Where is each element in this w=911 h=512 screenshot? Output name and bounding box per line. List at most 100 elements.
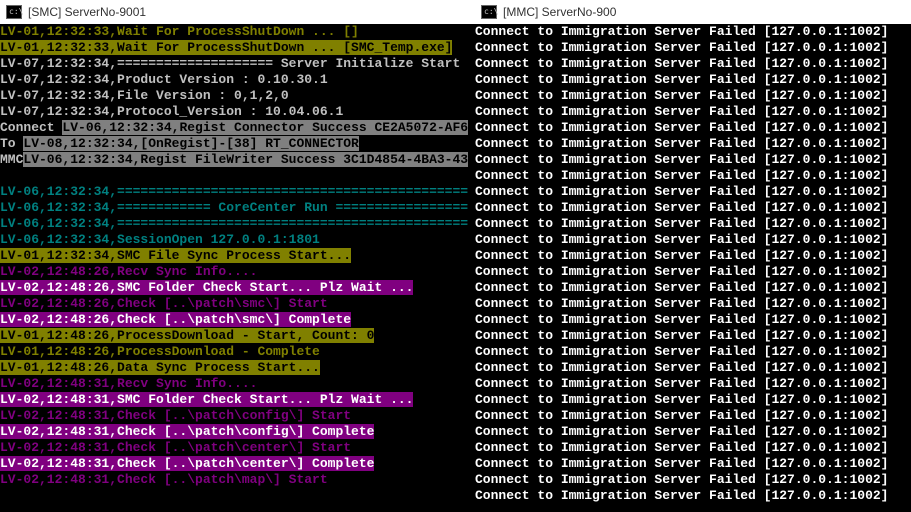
log-line: LV-02,12:48:31,Check [..\patch\center\] … bbox=[0, 456, 475, 472]
log-line: Connect to Immigration Server Failed [12… bbox=[475, 24, 911, 40]
log-segment: Connect to Immigration Server Failed [12… bbox=[475, 88, 888, 103]
log-line: Connect to Immigration Server Failed [12… bbox=[475, 376, 911, 392]
log-line: Connect to Immigration Server Failed [12… bbox=[475, 56, 911, 72]
log-segment: LV-08,12:32:34,[OnRegist]-[38] RT_CONNEC… bbox=[23, 136, 358, 151]
window-title-smc: [SMC] ServerNo-9001 bbox=[28, 4, 146, 20]
log-segment: Connect to Immigration Server Failed [12… bbox=[475, 440, 888, 455]
log-segment: Connect to Immigration Server Failed [12… bbox=[475, 72, 888, 87]
log-segment: Connect to Immigration Server Failed [12… bbox=[475, 184, 888, 199]
log-line: Connect to Immigration Server Failed [12… bbox=[475, 280, 911, 296]
log-line: Connect to Immigration Server Failed [12… bbox=[475, 264, 911, 280]
log-line: Connect LV-06,12:32:34,Regist Connector … bbox=[0, 120, 475, 136]
log-line: LV-02,12:48:31,Check [..\patch\center\] … bbox=[0, 440, 475, 456]
log-line: Connect to Immigration Server Failed [12… bbox=[475, 312, 911, 328]
log-segment: LV-01,12:48:26,Data Sync Process Start..… bbox=[0, 360, 320, 375]
titlebar-smc[interactable]: c:\ [SMC] ServerNo-9001 bbox=[0, 0, 475, 24]
log-segment: LV-02,12:48:26,Check [..\patch\smc\] Sta… bbox=[0, 296, 328, 311]
console-icon: c:\ bbox=[6, 5, 22, 19]
log-line: Connect to Immigration Server Failed [12… bbox=[475, 344, 911, 360]
log-line: LV-01,12:32:34,SMC File Sync Process Sta… bbox=[0, 248, 475, 264]
log-line: Connect to Immigration Server Failed [12… bbox=[475, 136, 911, 152]
log-line: Connect to Immigration Server Failed [12… bbox=[475, 72, 911, 88]
log-line: LV-02,12:48:26,Recv Sync Info.... bbox=[0, 264, 475, 280]
log-line bbox=[0, 168, 475, 184]
log-line: LV-07,12:32:34,Product Version : 0.10.30… bbox=[0, 72, 475, 88]
log-segment: Connect to Immigration Server Failed [12… bbox=[475, 360, 888, 375]
log-segment: LV-01,12:32:33,Wait For ProcessShutDown … bbox=[0, 24, 359, 39]
log-segment: LV-02,12:48:26,SMC Folder Check Start...… bbox=[0, 280, 413, 295]
log-segment: Connect to Immigration Server Failed [12… bbox=[475, 120, 888, 135]
log-segment: Connect bbox=[0, 120, 62, 135]
log-segment: Connect to Immigration Server Failed [12… bbox=[475, 376, 888, 391]
log-segment: LV-01,12:48:26,ProcessDownload - Start, … bbox=[0, 328, 374, 343]
titlebar-mmc[interactable]: c:\ [MMC] ServerNo-900 bbox=[475, 0, 911, 24]
log-line: LV-02,12:48:26,Check [..\patch\smc\] Com… bbox=[0, 312, 475, 328]
log-line: Connect to Immigration Server Failed [12… bbox=[475, 392, 911, 408]
log-line: Connect to Immigration Server Failed [12… bbox=[475, 440, 911, 456]
log-line: LV-07,12:32:34,File Version : 0,1,2,0 bbox=[0, 88, 475, 104]
log-line: Connect to Immigration Server Failed [12… bbox=[475, 216, 911, 232]
log-segment: LV-02,12:48:31,SMC Folder Check Start...… bbox=[0, 392, 413, 407]
log-line: LV-01,12:48:26,ProcessDownload - Start, … bbox=[0, 328, 475, 344]
terminal-output-smc[interactable]: LV-01,12:32:33,Wait For ProcessShutDown … bbox=[0, 24, 475, 512]
log-line: Connect to Immigration Server Failed [12… bbox=[475, 296, 911, 312]
log-line: Connect to Immigration Server Failed [12… bbox=[475, 488, 911, 504]
log-segment: To bbox=[0, 136, 23, 151]
log-line: Connect to Immigration Server Failed [12… bbox=[475, 472, 911, 488]
log-segment: Connect to Immigration Server Failed [12… bbox=[475, 296, 888, 311]
log-line: Connect to Immigration Server Failed [12… bbox=[475, 248, 911, 264]
log-line: Connect to Immigration Server Failed [12… bbox=[475, 40, 911, 56]
terminal-output-mmc[interactable]: Connect to Immigration Server Failed [12… bbox=[475, 24, 911, 512]
log-line: LV-01,12:32:33,Wait For ProcessShutDown … bbox=[0, 24, 475, 40]
log-line: LV-02,12:48:31,Recv Sync Info.... bbox=[0, 376, 475, 392]
log-segment: Connect to Immigration Server Failed [12… bbox=[475, 56, 888, 71]
log-line: LV-02,12:48:26,SMC Folder Check Start...… bbox=[0, 280, 475, 296]
log-line: LV-06,12:32:34,============ CoreCenter R… bbox=[0, 200, 475, 216]
log-line: Connect to Immigration Server Failed [12… bbox=[475, 360, 911, 376]
log-line: LV-07,12:32:34,Protocol_Version : 10.04.… bbox=[0, 104, 475, 120]
log-segment: Connect to Immigration Server Failed [12… bbox=[475, 168, 888, 183]
log-segment: LV-02,12:48:31,Check [..\patch\config\] … bbox=[0, 424, 374, 439]
log-segment: LV-02,12:48:31,Check [..\patch\map\] Sta… bbox=[0, 472, 328, 487]
log-line: LV-01,12:48:26,ProcessDownload - Complet… bbox=[0, 344, 475, 360]
window-title-mmc: [MMC] ServerNo-900 bbox=[503, 4, 616, 20]
log-segment: Connect to Immigration Server Failed [12… bbox=[475, 24, 888, 39]
log-segment: Connect to Immigration Server Failed [12… bbox=[475, 488, 888, 503]
log-line: Connect to Immigration Server Failed [12… bbox=[475, 184, 911, 200]
log-segment: LV-06,12:32:34,Regist Connector Success … bbox=[62, 120, 468, 135]
log-line: Connect to Immigration Server Failed [12… bbox=[475, 104, 911, 120]
log-line: LV-02,12:48:26,Check [..\patch\smc\] Sta… bbox=[0, 296, 475, 312]
log-segment: Connect to Immigration Server Failed [12… bbox=[475, 200, 888, 215]
log-line: LV-06,12:32:34,=========================… bbox=[0, 184, 475, 200]
log-segment: Connect to Immigration Server Failed [12… bbox=[475, 232, 888, 247]
log-segment: LV-07,12:32:34,Protocol_Version : 10.04.… bbox=[0, 104, 343, 119]
log-segment: LV-01,12:32:34,SMC File Sync Process Sta… bbox=[0, 248, 351, 263]
log-segment: LV-02,12:48:31,Check [..\patch\center\] … bbox=[0, 440, 351, 455]
log-line: Connect to Immigration Server Failed [12… bbox=[475, 88, 911, 104]
console-window-mmc: c:\ [MMC] ServerNo-900 Connect to Immigr… bbox=[475, 0, 911, 512]
log-line: Connect to Immigration Server Failed [12… bbox=[475, 328, 911, 344]
log-segment: Connect to Immigration Server Failed [12… bbox=[475, 280, 888, 295]
log-line: LV-02,12:48:31,Check [..\patch\config\] … bbox=[0, 424, 475, 440]
log-line: LV-06,12:32:34,=========================… bbox=[0, 216, 475, 232]
log-segment: LV-01,12:32:33,Wait For ProcessShutDown … bbox=[0, 40, 452, 55]
log-segment: Connect to Immigration Server Failed [12… bbox=[475, 408, 888, 423]
log-line: Connect to Immigration Server Failed [12… bbox=[475, 232, 911, 248]
log-segment: Connect to Immigration Server Failed [12… bbox=[475, 152, 888, 167]
log-segment: LV-02,12:48:31,Recv Sync Info.... bbox=[0, 376, 257, 391]
log-line: Connect to Immigration Server Failed [12… bbox=[475, 120, 911, 136]
log-segment: LV-02,12:48:26,Recv Sync Info.... bbox=[0, 264, 257, 279]
log-line: Connect to Immigration Server Failed [12… bbox=[475, 200, 911, 216]
log-segment: Connect to Immigration Server Failed [12… bbox=[475, 136, 888, 151]
log-segment: Connect to Immigration Server Failed [12… bbox=[475, 312, 888, 327]
log-line: LV-02,12:48:31,SMC Folder Check Start...… bbox=[0, 392, 475, 408]
log-line: Connect to Immigration Server Failed [12… bbox=[475, 408, 911, 424]
log-segment: LV-01,12:48:26,ProcessDownload - Complet… bbox=[0, 344, 320, 359]
log-line: Connect to Immigration Server Failed [12… bbox=[475, 168, 911, 184]
log-segment: LV-06,12:32:34,SessionOpen 127.0.0.1:180… bbox=[0, 232, 320, 247]
log-line: Connect to Immigration Server Failed [12… bbox=[475, 152, 911, 168]
log-line: LV-07,12:32:34,==================== Serv… bbox=[0, 56, 475, 72]
log-segment: Connect to Immigration Server Failed [12… bbox=[475, 424, 888, 439]
log-line: To LV-08,12:32:34,[OnRegist]-[38] RT_CON… bbox=[0, 136, 475, 152]
log-line: LV-02,12:48:31,Check [..\patch\config\] … bbox=[0, 408, 475, 424]
